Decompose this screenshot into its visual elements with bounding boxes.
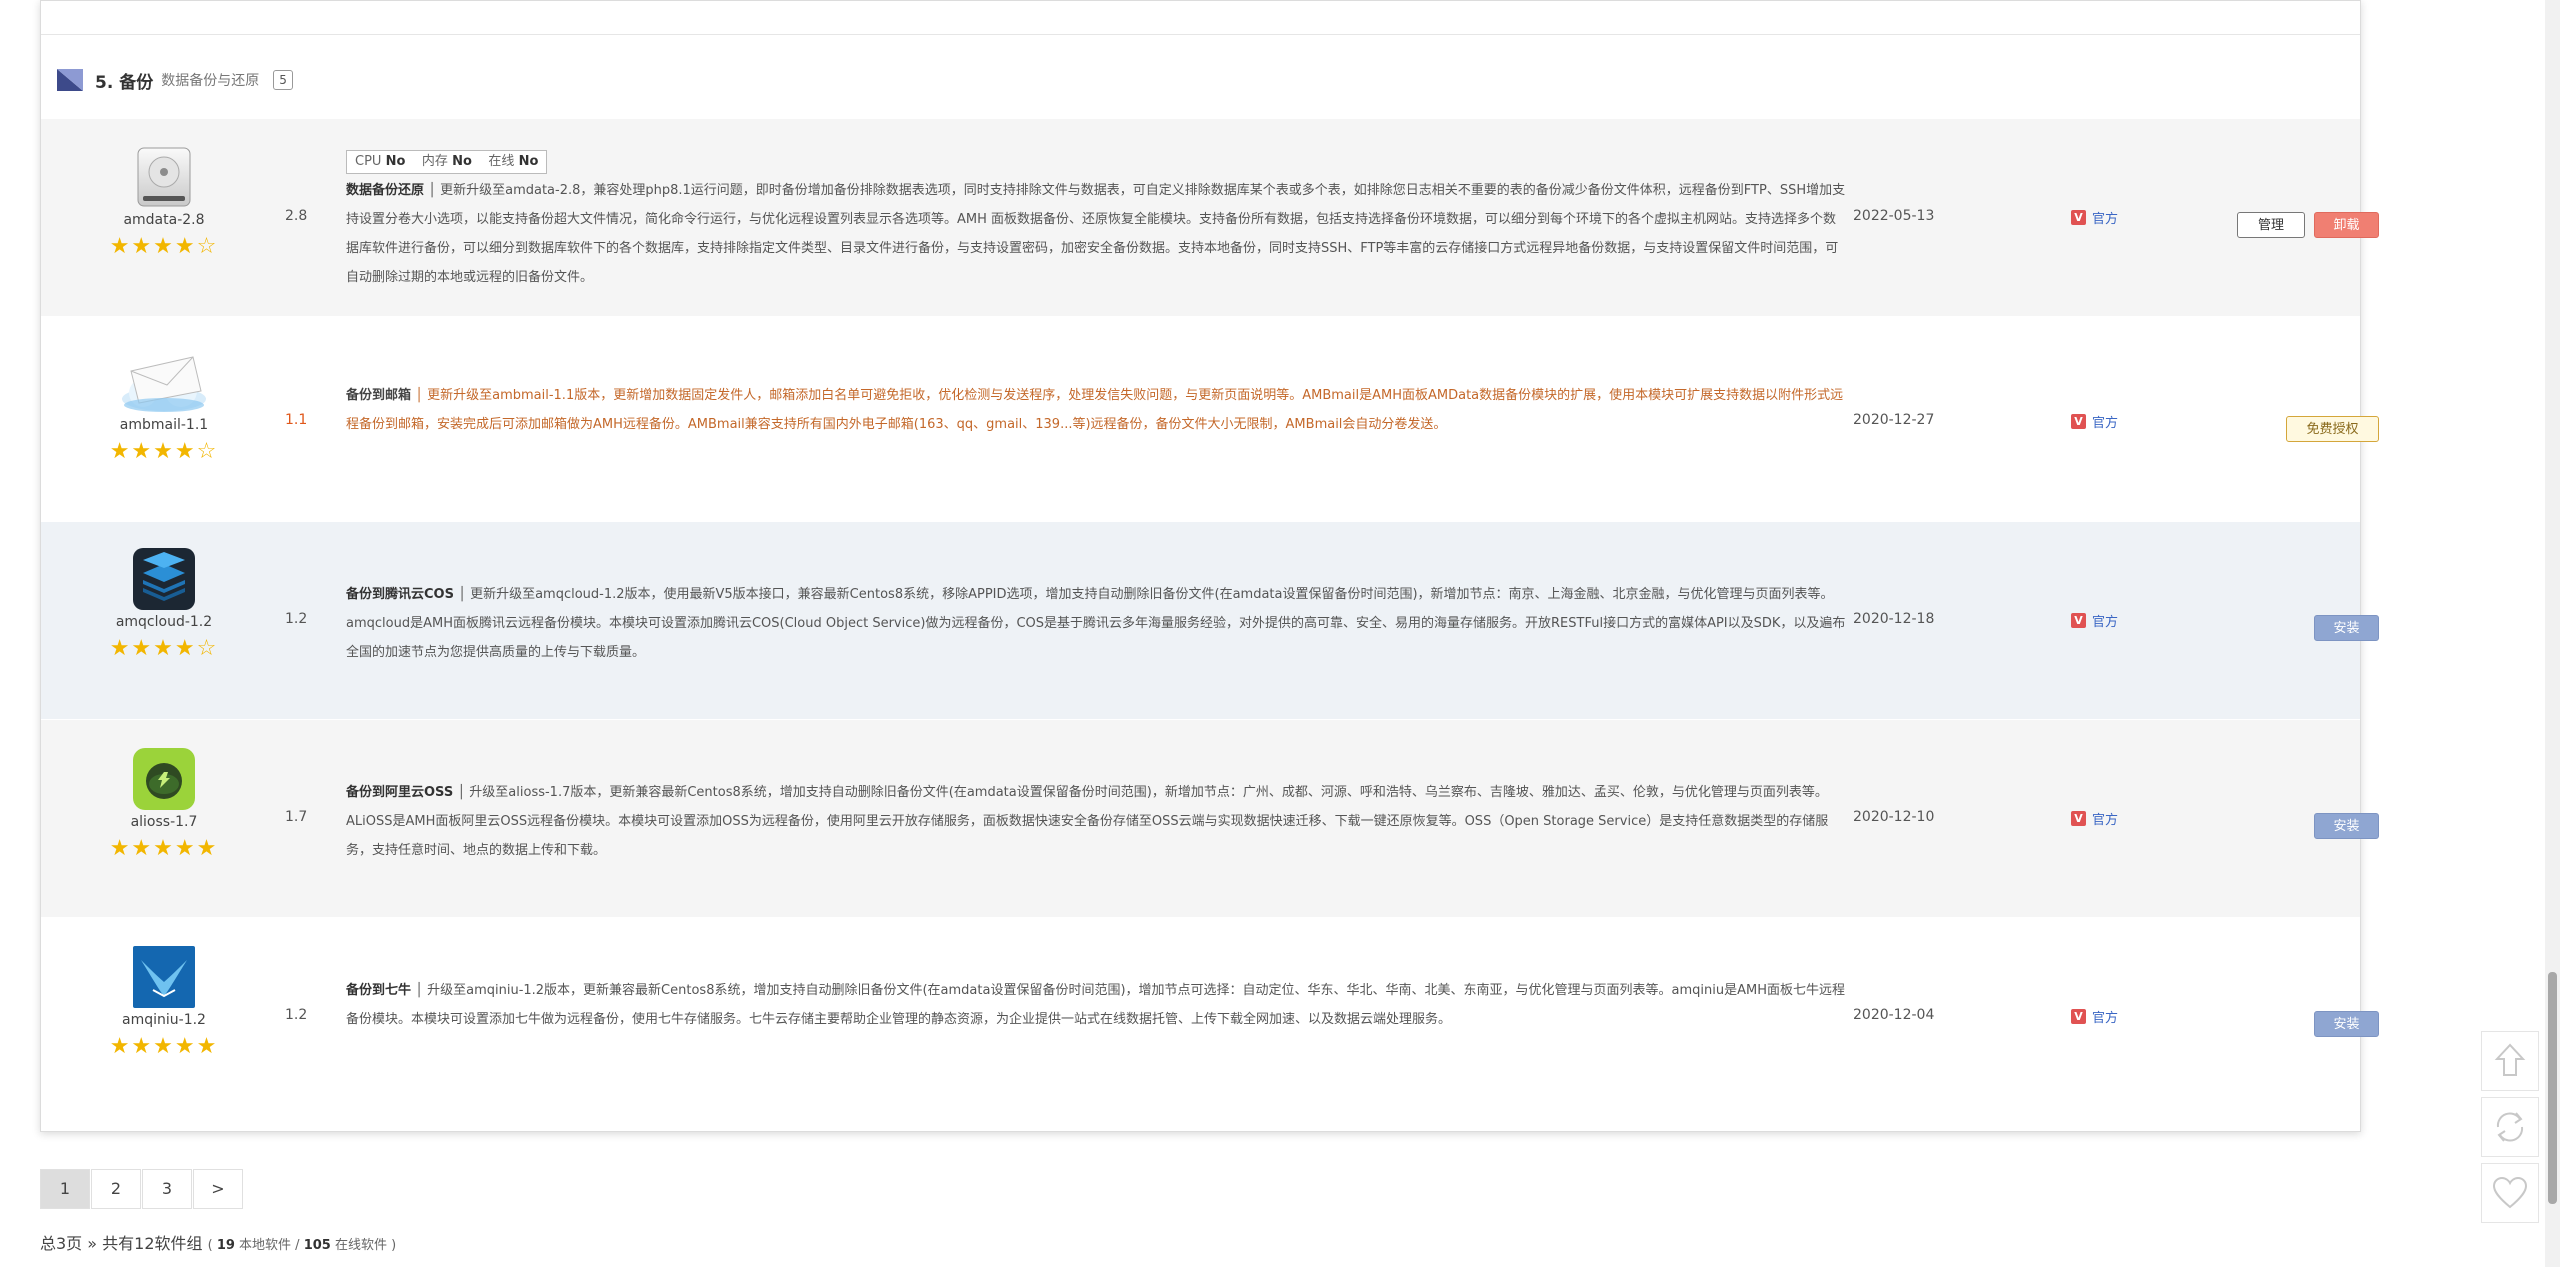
verified-icon: V [2071,210,2086,225]
next-page-button[interactable]: > [193,1169,243,1209]
scrollbar-thumb[interactable] [2548,972,2557,1204]
verified-icon: V [2071,811,2086,826]
section-count-badge: 5 [273,70,293,90]
rating-stars: ★★★★☆ [109,439,219,464]
list-item: ambmail-1.1 ★★★★☆ 1.1 备份到邮箱 │ 更新升级至ambma… [41,323,2379,520]
release-date: 2020-12-18 [1853,611,1935,627]
layers-icon [133,548,195,610]
package-name: amdata-2.8 [123,212,205,228]
description-title: 数据备份还原 [346,183,425,198]
page-scrollbar[interactable] [2545,0,2560,1267]
rating-stars: ★★★★★ [109,1034,219,1059]
qiniu-bird-icon [133,946,195,1008]
release-date: 2020-12-04 [1853,1007,1935,1023]
description: 备份到阿里云OSS │ 升级至alioss-1.7版本，更新兼容最新Centos… [346,785,1829,858]
page-1-button[interactable]: 1 [40,1169,90,1209]
page-2-button[interactable]: 2 [91,1169,141,1209]
list-item: amdata-2.8 ★★★★☆ 2.8 CPU No 内存 No 在线 No … [41,119,2379,316]
package-name: amqcloud-1.2 [115,614,213,630]
description-title: 备份到阿里云OSS [346,785,454,800]
section-title: 5. 备份 [95,72,154,93]
software-count: ( 19 本地软件 / 105 在线软件 ) [207,1238,397,1253]
package-name: amqiniu-1.2 [122,1012,206,1028]
favorite-button[interactable] [2481,1163,2539,1223]
version: 2.8 [285,208,308,224]
official-link[interactable]: V 官方 [2071,1007,2118,1026]
description-text: 更新升级至ambmail-1.1版本，更新增加数据固定发件人，邮箱添加白名单可避… [346,388,1844,432]
install-button[interactable]: 安装 [2314,615,2379,641]
description-title: 备份到腾讯云COS [346,587,454,602]
refresh-button[interactable] [2481,1097,2539,1157]
release-date: 2022-05-13 [1853,208,1935,224]
official-link[interactable]: V 官方 [2071,809,2118,828]
section-flag-icon [57,69,83,91]
software-panel: 5. 备份 数据备份与还原 5 amdata-2.8 ★★★★☆ 2.8 CPU… [40,0,2379,1132]
verified-icon: V [2071,1009,2086,1024]
description-title: 备份到七牛 [346,983,412,998]
section-subtitle: 数据备份与还原 [161,73,260,89]
uninstall-button[interactable]: 卸载 [2314,212,2379,238]
list-item: alioss-1.7 ★★★★★ 1.7 备份到阿里云OSS │ 升级至alio… [41,720,2379,917]
arrow-up-icon [2494,1043,2526,1076]
official-link[interactable]: V 官方 [2071,412,2118,431]
description: 备份到腾讯云COS │ 更新升级至amqcloud-1.2版本，使用最新V5版本… [346,587,1846,660]
package-name: alioss-1.7 [130,814,198,830]
rating-stars: ★★★★★ [109,836,219,861]
verified-icon: V [2071,613,2086,628]
version: 1.2 [285,611,308,627]
release-date: 2020-12-10 [1853,809,1935,825]
official-link[interactable]: V 官方 [2071,611,2118,630]
description-text: 升级至alioss-1.7版本，更新兼容最新Centos8系统，增加支持自动删除… [346,785,1829,858]
page-3-button[interactable]: 3 [142,1169,192,1209]
version: 1.1 [285,412,308,428]
install-button[interactable]: 安装 [2314,1011,2379,1037]
section-header: 5. 备份 数据备份与还原 5 [57,65,293,95]
version: 1.2 [285,1007,308,1023]
back-to-top-button[interactable] [2481,1031,2539,1091]
resource-meta-tag: CPU No 内存 No 在线 No [346,150,548,174]
description-text: 更新升级至amqcloud-1.2版本，使用最新V5版本接口，兼容最新Cento… [346,587,1846,660]
manage-button[interactable]: 管理 [2237,212,2305,238]
description: CPU No 内存 No 在线 No 数据备份还原 │ 更新升级至amdata-… [346,147,1846,292]
cloud-upload-icon [133,748,195,810]
package-name: ambmail-1.1 [119,417,209,433]
release-date: 2020-12-27 [1853,412,1935,428]
official-link[interactable]: V 官方 [2071,208,2118,227]
version: 1.7 [285,809,308,825]
description-text: 更新升级至amdata-2.8，兼容处理php8.1运行问题，即时备份增加备份排… [346,183,1846,285]
free-license-button[interactable]: 免费授权 [2286,416,2379,442]
description-text: 升级至amqiniu-1.2版本，更新兼容最新Centos8系统，增加支持自动删… [346,983,1845,1027]
rating-stars: ★★★★☆ [109,636,219,661]
panel-top-divider [41,1,2360,35]
mail-cloud-icon [122,356,206,412]
heart-icon [2492,1176,2528,1209]
footer-summary: 总3页 » 共有12软件组 ( 19 本地软件 / 105 在线软件 ) [40,1230,396,1254]
pagination: 1 2 3 > [40,1169,244,1209]
description: 备份到邮箱 │ 更新升级至ambmail-1.1版本，更新增加数据固定发件人，邮… [346,388,1844,432]
description-title: 备份到邮箱 [346,388,412,403]
page-summary: 总3页 » 共有12软件组 [40,1234,203,1253]
verified-icon: V [2071,414,2086,429]
hard-disk-icon [137,147,191,207]
list-item: amqcloud-1.2 ★★★★☆ 1.2 备份到腾讯云COS │ 更新升级至… [41,522,2379,719]
rating-stars: ★★★★☆ [109,234,219,259]
install-button[interactable]: 安装 [2314,813,2379,839]
refresh-icon [2496,1112,2524,1142]
list-item: amqiniu-1.2 ★★★★★ 1.2 备份到七牛 │ 升级至amqiniu… [41,918,2379,1116]
description: 备份到七牛 │ 升级至amqiniu-1.2版本，更新兼容最新Centos8系统… [346,983,1845,1027]
